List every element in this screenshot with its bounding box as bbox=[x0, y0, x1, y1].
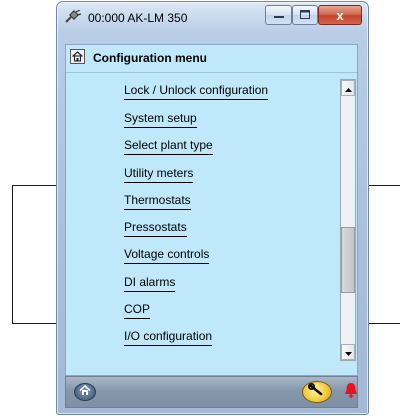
scroll-down-arrow-icon bbox=[344, 343, 352, 361]
home-icon[interactable] bbox=[70, 49, 85, 64]
minimize-button[interactable] bbox=[265, 5, 292, 25]
vertical-scrollbar[interactable] bbox=[340, 79, 356, 361]
menu-item-cop[interactable]: COP bbox=[124, 302, 151, 319]
title-bar[interactable]: 00:000 AK-LM 350 x bbox=[57, 2, 368, 32]
menu-item-di-alarms[interactable]: DI alarms bbox=[124, 275, 176, 292]
panel-title: Configuration menu bbox=[93, 51, 207, 65]
tools-button[interactable] bbox=[302, 381, 332, 403]
menu-item-select-plant-type[interactable]: Select plant type bbox=[124, 138, 213, 155]
maximize-icon bbox=[300, 6, 310, 24]
scroll-up-arrow-icon bbox=[344, 79, 352, 97]
footer-toolbar bbox=[65, 376, 358, 408]
wrench-icon bbox=[308, 382, 326, 402]
menu-item-system-setup[interactable]: System setup bbox=[124, 111, 197, 128]
menu-item-pressostats[interactable]: Pressostats bbox=[124, 220, 187, 237]
scroll-up-button[interactable] bbox=[341, 80, 355, 96]
app-window: 00:000 AK-LM 350 x Configuration menu Lo… bbox=[56, 1, 369, 415]
menu-item-voltage-controls[interactable]: Voltage controls bbox=[124, 247, 210, 264]
configuration-panel: Configuration menu Lock / Unlock configu… bbox=[65, 44, 358, 376]
window-title: 00:000 AK-LM 350 bbox=[88, 11, 188, 25]
menu-item-utility-meters[interactable]: Utility meters bbox=[124, 166, 194, 183]
close-icon: x bbox=[336, 7, 344, 23]
menu-item-io-configuration[interactable]: I/O configuration bbox=[124, 329, 213, 346]
menu-item-lock-unlock-configuration[interactable]: Lock / Unlock configuration bbox=[124, 83, 269, 100]
plug-icon bbox=[64, 9, 82, 24]
alarm-bell-icon[interactable] bbox=[343, 381, 359, 401]
minimize-icon bbox=[273, 6, 284, 24]
scroll-thumb[interactable] bbox=[341, 227, 355, 293]
panel-header: Configuration menu bbox=[66, 45, 357, 73]
scroll-down-button[interactable] bbox=[341, 344, 355, 360]
close-button[interactable]: x bbox=[318, 5, 362, 25]
menu-item-thermostats[interactable]: Thermostats bbox=[124, 193, 191, 210]
footer-home-button[interactable] bbox=[74, 383, 96, 401]
maximize-button[interactable] bbox=[292, 5, 318, 25]
home-icon bbox=[79, 383, 91, 401]
